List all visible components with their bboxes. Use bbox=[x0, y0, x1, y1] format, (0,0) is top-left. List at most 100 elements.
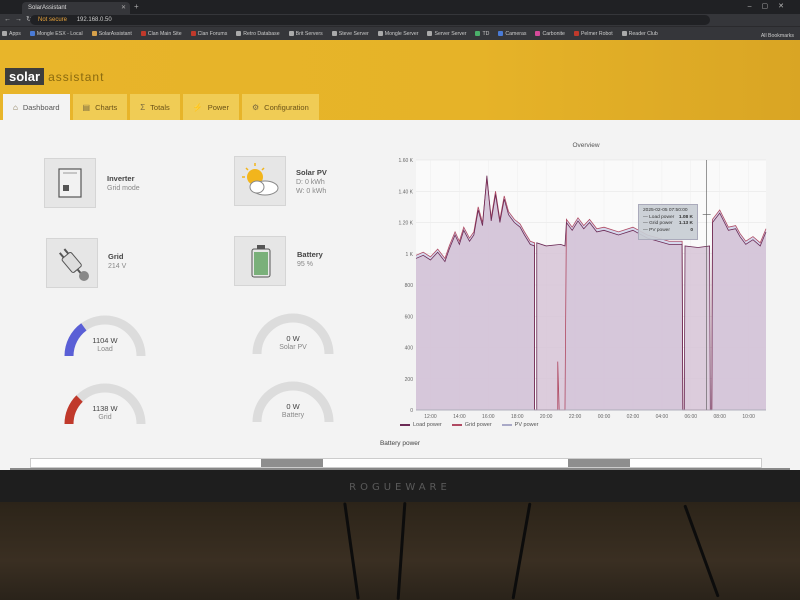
url-input[interactable]: Not secure 192.168.0.50 bbox=[30, 15, 710, 25]
solar-daily: D: 0 kWh bbox=[296, 179, 325, 186]
bookmark-label: Retro Database bbox=[243, 30, 280, 37]
tab-power[interactable]: ⚡ Power bbox=[182, 94, 239, 120]
load-gauge-label: Load bbox=[97, 346, 113, 353]
chart-legend: Load power Grid power PV power bbox=[400, 422, 549, 428]
solar-tile[interactable] bbox=[234, 156, 286, 206]
app-header: solar assistant ⌂ Dashboard ▤ Charts Σ Totals… bbox=[0, 40, 800, 121]
sigma-icon: Σ bbox=[140, 102, 146, 112]
bookmark-item[interactable]: Reader Club bbox=[621, 31, 658, 37]
tab-dashboard[interactable]: ⌂ Dashboard bbox=[3, 94, 70, 121]
bookmark-item[interactable]: Pelmer Robot bbox=[573, 30, 613, 37]
scrollbar-handle-right[interactable] bbox=[568, 459, 630, 467]
bookmark-item[interactable]: Steve Server bbox=[331, 30, 369, 37]
x-tick-label: 02:00 bbox=[627, 414, 640, 420]
overview-chart[interactable]: Overview 0 200 400 600 800 1 K 1.20 K 1.40 K 1.6… bbox=[392, 140, 780, 432]
inverter-icon bbox=[58, 168, 82, 198]
monitor-brand: ROGUEWARE bbox=[349, 482, 451, 493]
bookmark-label: Clan Forums bbox=[197, 30, 228, 37]
legend-swatch bbox=[501, 424, 512, 426]
logo[interactable]: solar assistant bbox=[5, 68, 104, 85]
bookmark-item[interactable]: Apps bbox=[2, 31, 21, 37]
bookmark-label: Mongle Server bbox=[384, 30, 419, 37]
tab-totals[interactable]: Σ Totals bbox=[130, 94, 180, 120]
tooltip-row-label: Grid power bbox=[643, 221, 672, 226]
bookmark-label: Pelmer Robot bbox=[580, 30, 613, 37]
y-tick-label: 400 bbox=[405, 346, 414, 352]
battery-percent: 95 % bbox=[297, 261, 313, 268]
plug-icon bbox=[59, 248, 89, 281]
main-tabs: ⌂ Dashboard ▤ Charts Σ Totals ⚡ Power ⚙ Configura… bbox=[3, 94, 322, 121]
tooltip-row-value: 1.13 K bbox=[678, 221, 693, 226]
scrollbar-handle-left[interactable] bbox=[261, 459, 323, 467]
browser-address-bar: ←→↻ Not secure 192.168.0.50 bbox=[0, 14, 800, 26]
battery-power-title: Battery power bbox=[379, 440, 421, 447]
chart-icon: ▤ bbox=[82, 102, 91, 112]
bookmark-label: Carbonite bbox=[542, 30, 565, 37]
all-bookmarks-link[interactable]: All Bookmarks bbox=[761, 33, 794, 39]
bookmark-item[interactable]: Carbonite bbox=[535, 31, 565, 37]
y-tick-label: 1 K bbox=[405, 252, 413, 258]
tab-configuration[interactable]: ⚙ Configuration bbox=[241, 94, 319, 120]
bookmark-icon bbox=[29, 31, 35, 36]
new-tab-icon[interactable]: + bbox=[134, 2, 139, 11]
close-icon[interactable]: ✕ bbox=[121, 4, 126, 11]
y-tick-label: 200 bbox=[405, 377, 414, 383]
legend-entry[interactable]: Load power bbox=[400, 422, 442, 428]
bookmark-icon bbox=[91, 31, 97, 36]
x-tick-label: 00:00 bbox=[598, 414, 611, 420]
battery-tile[interactable] bbox=[234, 236, 286, 286]
bookmark-icon bbox=[535, 31, 541, 36]
bookmark-item[interactable]: SolarAssistant bbox=[91, 30, 132, 37]
tooltip-row: PV power 0 bbox=[643, 228, 693, 233]
bookmark-icon bbox=[331, 31, 337, 36]
chart-range-scrollbar[interactable] bbox=[30, 458, 762, 468]
legend-label: Load power bbox=[413, 422, 442, 428]
overview-chart-svg[interactable]: 0 200 400 600 800 1 K 1.20 K 1.40 K 1.60 K 12:00 1… bbox=[392, 140, 780, 432]
tab-label: Configuration bbox=[264, 102, 309, 112]
not-secure-label: Not secure bbox=[38, 17, 68, 23]
bookmark-label: Apps bbox=[9, 30, 21, 37]
tab-title: SolarAssistant bbox=[28, 5, 67, 11]
solar-weekly: W: 0 kWh bbox=[296, 188, 327, 195]
bookmark-icon bbox=[621, 31, 627, 36]
grid-tile[interactable] bbox=[46, 238, 98, 288]
x-tick-label: 08:00 bbox=[713, 414, 726, 420]
browser-tab[interactable]: SolarAssistant ✕ bbox=[22, 2, 130, 14]
bookmark-item[interactable]: Server Server bbox=[427, 31, 466, 37]
inverter-status: Grid mode bbox=[107, 185, 140, 192]
bookmark-item[interactable]: TD bbox=[475, 31, 489, 37]
bookmark-label: Steve Server bbox=[338, 30, 369, 37]
battery-title: Battery bbox=[297, 250, 323, 259]
x-tick-label: 12:00 bbox=[424, 414, 437, 420]
tooltip-row-value: 1.08 K bbox=[678, 214, 693, 220]
bookmark-label: SolarAssistant bbox=[98, 30, 132, 37]
tab-charts[interactable]: ▤ Charts bbox=[72, 94, 128, 120]
bookmark-item[interactable]: Retro Database bbox=[236, 30, 280, 37]
legend-entry[interactable]: Grid power bbox=[451, 422, 492, 428]
y-tick-label: 800 bbox=[405, 283, 414, 289]
tooltip-row: Load power 1.08 K bbox=[643, 215, 693, 220]
bookmark-icon bbox=[2, 31, 7, 36]
gear-icon: ⚙ bbox=[251, 102, 260, 112]
bookmark-item[interactable]: Cameras bbox=[498, 31, 526, 37]
bookmark-item[interactable]: Mongle Server bbox=[377, 30, 419, 37]
bookmark-icon bbox=[475, 31, 481, 36]
y-tick-label: 1.40 K bbox=[399, 189, 414, 195]
bookmark-item[interactable]: Mongle ESX - Local bbox=[29, 31, 83, 37]
bookmark-item[interactable]: Clan Forums bbox=[190, 30, 228, 37]
tab-label: Dashboard bbox=[22, 103, 60, 112]
bookmark-icon bbox=[190, 31, 196, 36]
url-text: 192.168.0.50 bbox=[76, 17, 112, 23]
legend-entry[interactable]: PV power bbox=[501, 422, 539, 428]
tab-label: Charts bbox=[95, 102, 118, 112]
inverter-tile[interactable] bbox=[44, 158, 96, 208]
window-controls-icon[interactable]: –▢✕ bbox=[748, 2, 794, 10]
tooltip-row-label: Load power bbox=[643, 215, 674, 220]
bookmark-item[interactable]: Brit Servers bbox=[288, 30, 323, 37]
grid-gauge-label: Grid bbox=[98, 414, 112, 421]
battery-gauge-value: 0 W bbox=[286, 402, 300, 411]
bookmark-item[interactable]: Clan Main Site bbox=[140, 31, 182, 37]
x-tick-label: 04:00 bbox=[656, 414, 669, 420]
legend-label: Grid power bbox=[464, 422, 492, 428]
bookmark-label: Brit Servers bbox=[295, 30, 323, 37]
